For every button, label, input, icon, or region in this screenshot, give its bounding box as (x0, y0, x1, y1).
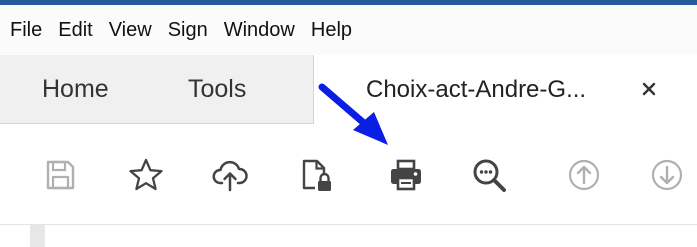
close-icon[interactable] (638, 78, 660, 100)
lock-file-icon[interactable] (298, 157, 334, 193)
menu-bar: File Edit View Sign Window Help (0, 5, 697, 55)
save-icon[interactable] (42, 157, 78, 193)
tab-document[interactable]: Choix-act-Andre-G... (313, 55, 697, 124)
navigation-pane-edge (30, 225, 45, 247)
zoom-out-icon[interactable] (471, 157, 507, 193)
menu-help[interactable]: Help (311, 19, 352, 42)
menu-window[interactable]: Window (224, 19, 295, 42)
tab-home[interactable]: Home (42, 55, 109, 123)
tab-document-label: Choix-act-Andre-G... (366, 75, 587, 103)
star-icon[interactable] (128, 157, 164, 193)
menu-view[interactable]: View (109, 19, 152, 42)
tab-tools[interactable]: Tools (188, 55, 246, 123)
menu-sign[interactable]: Sign (168, 19, 208, 42)
cloud-upload-icon[interactable] (212, 157, 248, 193)
document-area (0, 225, 697, 247)
menu-file[interactable]: File (10, 19, 42, 42)
toolbar (0, 124, 697, 225)
page-up-icon[interactable] (566, 157, 602, 193)
page-down-icon[interactable] (649, 157, 685, 193)
print-icon[interactable] (388, 157, 424, 193)
tab-bar: Home Tools Choix-act-Andre-G... (0, 55, 697, 124)
menu-edit[interactable]: Edit (58, 19, 92, 42)
